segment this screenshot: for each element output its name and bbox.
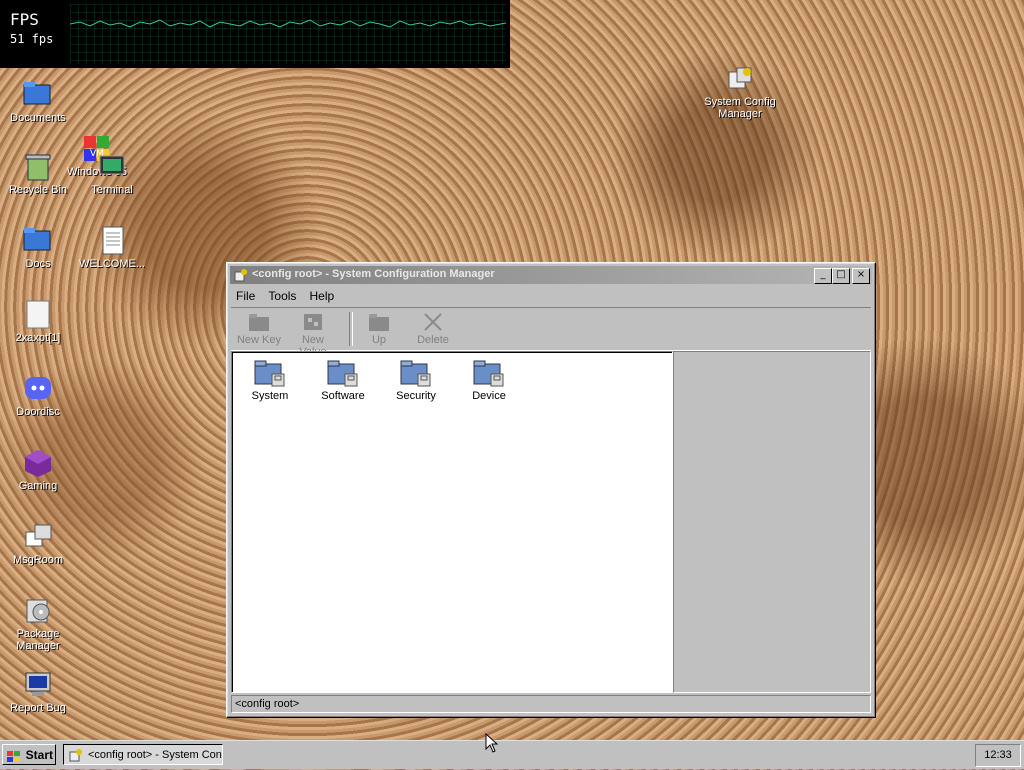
up-button[interactable]: Up: [353, 308, 405, 348]
desktop-icon-label: System Config Manager: [704, 96, 776, 120]
menu-help[interactable]: Help: [304, 287, 339, 305]
new-value-button[interactable]: New Value: [287, 308, 339, 358]
key-label: Device: [472, 390, 506, 402]
locked-folder-icon: [400, 358, 432, 387]
desktop-icon-package-manager[interactable]: Package Manager: [1, 596, 75, 652]
terminal-icon: [97, 152, 127, 182]
desktop-icon-report-bug[interactable]: Report Bug: [1, 670, 75, 714]
desktop-icon-label: Docs: [25, 258, 51, 270]
key-software[interactable]: Software: [311, 358, 375, 402]
value-pane[interactable]: [673, 351, 871, 693]
desktop-icon-documents[interactable]: Documents: [1, 80, 75, 124]
desktop-icon-system-config-manager[interactable]: System Config Manager: [703, 64, 777, 120]
up-label: Up: [371, 334, 387, 346]
desktop-icon-label: Package Manager: [16, 628, 60, 652]
new-value-icon: [302, 312, 324, 332]
desktop-icon-label: MsgRoom: [12, 554, 64, 566]
delete-button[interactable]: Delete: [407, 308, 459, 348]
fps-overlay: FPS 51 fps: [0, 0, 510, 68]
menu-bar: File Tools Help: [231, 287, 339, 305]
new-key-label: New Key: [236, 334, 282, 346]
taskbar-item-config-manager[interactable]: <config root> - System Con...: [63, 744, 223, 765]
desktop-icon-label: Gaming: [18, 480, 58, 492]
new-key-icon: [248, 312, 270, 332]
toolbar: New Key New Value Up Delete: [231, 307, 871, 358]
cube-icon: [23, 448, 53, 478]
desktop-icon-terminal[interactable]: Terminal: [75, 152, 149, 196]
key-device[interactable]: Device: [457, 358, 521, 402]
window-title: <config root> - System Configuration Man…: [252, 268, 495, 280]
discord-icon: [23, 374, 53, 404]
fps-value: 51 fps: [10, 32, 54, 46]
desktop-icon-welcome[interactable]: WELCOME...: [75, 226, 149, 270]
desktop-icon-gaming[interactable]: Gaming: [1, 448, 75, 492]
folder-up-icon: [368, 312, 390, 332]
desktop-icon-label: 2xaxpt[1]: [15, 332, 61, 344]
start-button[interactable]: Start: [2, 744, 56, 765]
taskbar-item-label: <config root> - System Con...: [88, 749, 223, 761]
monitor-icon: [23, 670, 53, 700]
status-bar: <config root>: [231, 695, 871, 713]
desktop-icon-label: Doordisc: [16, 406, 60, 418]
desktop-icon-doordisc[interactable]: Doordisc: [1, 374, 75, 418]
maximize-button[interactable]: □: [832, 268, 850, 284]
mouse-cursor-icon: [485, 732, 499, 756]
file-icon: [23, 300, 53, 330]
folder-icon: [23, 80, 53, 110]
desktop-icon-docs[interactable]: Docs: [1, 226, 75, 270]
locked-folder-icon: [473, 358, 505, 387]
key-label: Security: [396, 390, 436, 402]
clock: 12:33: [975, 744, 1021, 767]
new-key-button[interactable]: New Key: [233, 308, 285, 348]
taskbar: Start <config root> - System Con... 12:3…: [0, 740, 1024, 769]
folder-icon: [23, 226, 53, 256]
delete-icon: [422, 312, 444, 332]
key-label: System: [251, 390, 289, 402]
close-button[interactable]: ×: [852, 268, 870, 284]
fps-label: FPS: [10, 10, 39, 29]
config-manager-window: <config root> - System Configuration Man…: [226, 262, 876, 718]
app-icon: [233, 267, 249, 283]
document-icon: [97, 226, 127, 256]
desktop-icon-label: Report Bug: [10, 702, 66, 714]
locked-folder-icon: [327, 358, 359, 387]
delete-label: Delete: [417, 334, 449, 346]
menu-tools[interactable]: Tools: [263, 287, 301, 305]
locked-folder-icon: [254, 358, 286, 387]
key-label: Software: [321, 390, 365, 402]
desktop-icon-2xaxpt[interactable]: 2xaxpt[1]: [1, 300, 75, 344]
key-system[interactable]: System: [238, 358, 302, 402]
app-icon: [68, 748, 84, 762]
key-security[interactable]: Security: [384, 358, 448, 402]
title-bar[interactable]: <config root> - System Configuration Man…: [230, 266, 872, 284]
desktop-icon-msgroom[interactable]: MsgRoom: [1, 522, 75, 566]
start-label: Start: [25, 748, 53, 762]
desktop-icon-label: Recycle Bin: [8, 184, 68, 196]
config-manager-icon: [725, 64, 755, 94]
recycle-bin-icon: [23, 152, 53, 182]
key-list-pane[interactable]: System Software Security Device: [231, 351, 673, 693]
desktop-icon-label: Terminal: [91, 184, 133, 196]
fps-graph: [70, 4, 506, 64]
desktop-icon-label: Documents: [10, 112, 66, 124]
desktop-icon-label: WELCOME...: [78, 258, 145, 270]
menu-file[interactable]: File: [231, 287, 260, 305]
package-icon: [23, 596, 53, 626]
minimize-button[interactable]: _: [814, 268, 832, 284]
chat-icon: [23, 522, 53, 552]
windows-logo-icon: [7, 749, 21, 762]
